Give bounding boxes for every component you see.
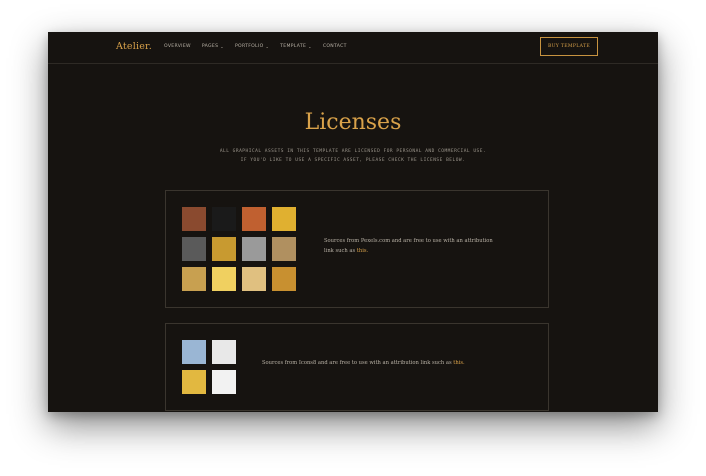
page-subtitle-line1: ALL GRAPHICAL ASSETS IN THIS TEMPLATE AR… — [219, 149, 487, 154]
nav-item-portfolio[interactable]: PORTFOLIO ⌄ — [235, 44, 269, 49]
buy-template-button[interactable]: BUY TEMPLATE — [540, 37, 598, 56]
thumbnail-woman-sunglasses-white — [212, 370, 236, 394]
thumbnail-woman-red-sofa — [242, 207, 266, 231]
thumbnail-black-sunglasses — [212, 207, 236, 231]
browser-viewport: Atelier. OVERVIEW PAGES ⌄ PORTFOLIO ⌄ TEMP… — [48, 32, 658, 412]
chevron-down-icon: ⌄ — [308, 44, 312, 49]
thumbnail-beach-sand — [242, 267, 266, 291]
thumbnail-grid — [182, 207, 296, 291]
attribution-link[interactable]: this. — [453, 360, 464, 366]
nav-item-overview[interactable]: OVERVIEW — [164, 44, 191, 49]
thumbnail-woman-yellow-shirt — [272, 207, 296, 231]
page-title: Licenses — [304, 110, 402, 135]
attribution-link[interactable]: this. — [357, 248, 368, 254]
thumbnail-woman-yellow-dark — [212, 237, 236, 261]
top-navigation: Atelier. OVERVIEW PAGES ⌄ PORTFOLIO ⌄ TEMP… — [48, 32, 658, 64]
nav-item-template[interactable]: TEMPLATE ⌄ — [280, 44, 312, 49]
site-logo[interactable]: Atelier. — [116, 41, 152, 52]
license-card-pexels: Sources from Pexels.com and are free to … — [165, 190, 549, 308]
thumbnail-grid — [182, 340, 236, 394]
thumbnail-woman-yellow-top — [182, 370, 206, 394]
chevron-down-icon: ⌄ — [265, 44, 270, 49]
thumbnail-man-blue-shirt — [182, 340, 206, 364]
thumbnail-yellow-flowers — [212, 267, 236, 291]
nav-item-contact[interactable]: CONTACT — [323, 44, 347, 49]
license-card-icons8: Sources from Icons8 and are free to use … — [165, 323, 549, 411]
page-subtitle-line2: IF YOU'D LIKE TO USE A SPECIFIC ASSET, P… — [240, 158, 466, 163]
thumbnail-wheat-field — [272, 267, 296, 291]
chevron-down-icon: ⌄ — [220, 44, 224, 49]
thumbnail-woman-sitting — [272, 237, 296, 261]
nav-item-pages[interactable]: PAGES ⌄ — [202, 44, 224, 49]
thumbnail-office-desk — [182, 237, 206, 261]
license-description: Sources from Icons8 and are free to use … — [262, 360, 465, 366]
main-menu: OVERVIEW PAGES ⌄ PORTFOLIO ⌄ TEMPLATE ⌄ CON… — [164, 44, 347, 49]
thumbnail-portrait-woman-curly-hair — [182, 207, 206, 231]
license-description: Sources from Pexels.com and are free to … — [324, 238, 493, 254]
thumbnail-man-white-shirt — [212, 340, 236, 364]
thumbnail-man-blue-jacket — [182, 267, 206, 291]
thumbnail-woman-laptop — [242, 237, 266, 261]
